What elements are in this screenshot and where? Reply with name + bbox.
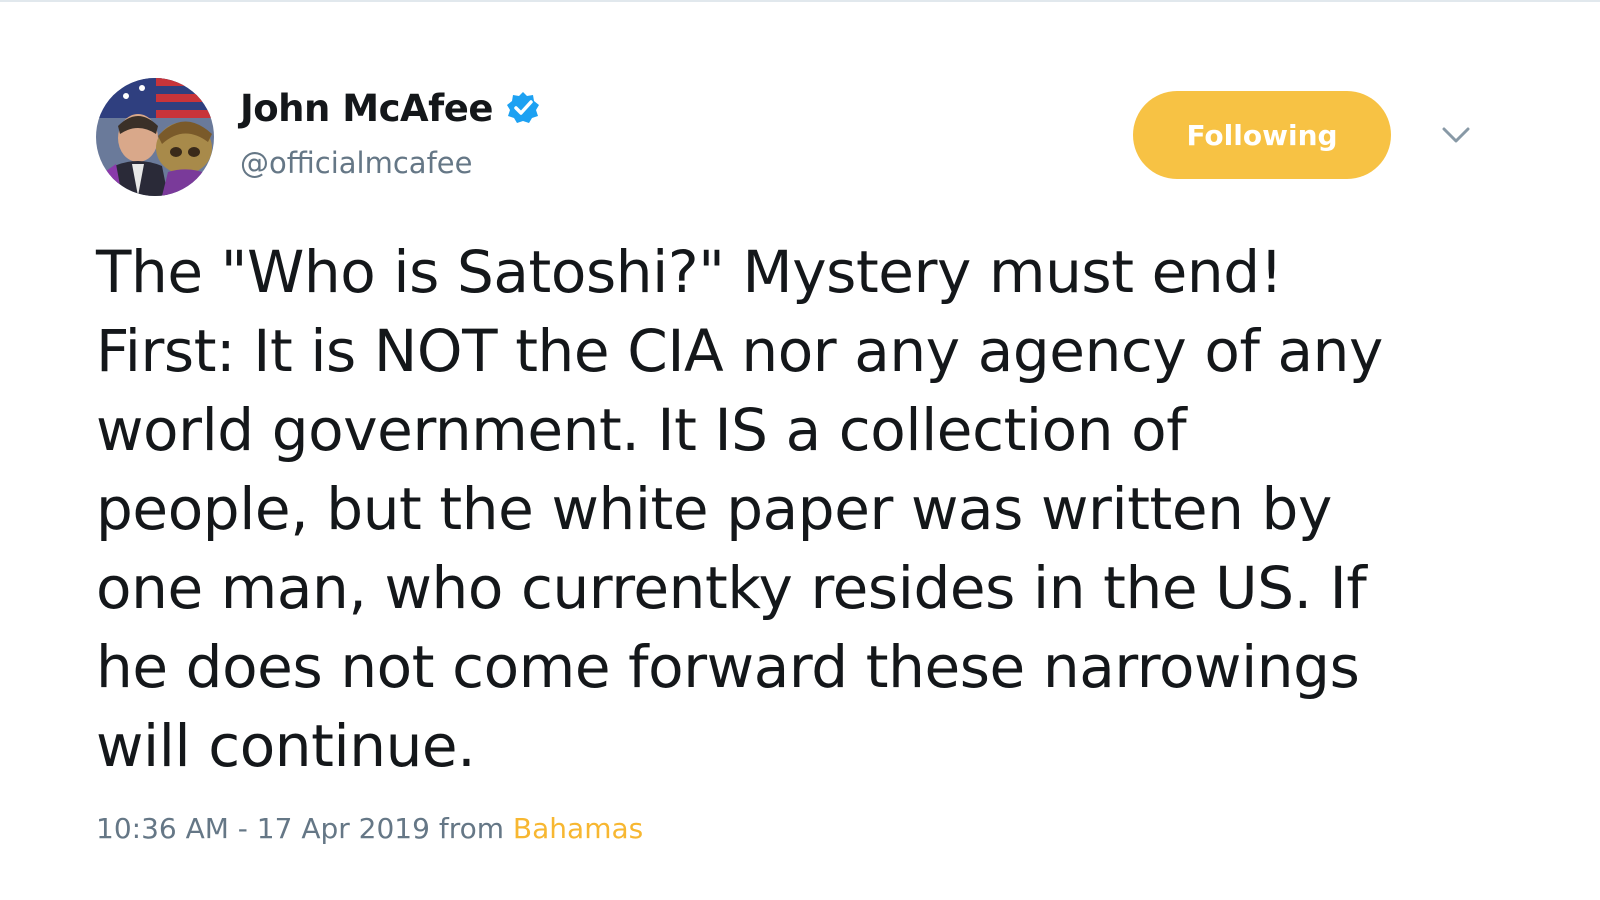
tweet-text-line: The "Who is Satoshi?" Mystery must end! [96, 238, 1283, 306]
tweet-text-line: he does not come forward these narrowing… [96, 633, 1360, 701]
tweet-meta: 10:36 AM - 17 Apr 2019 from Bahamas [96, 812, 643, 845]
avatar[interactable] [96, 78, 214, 196]
author-handle[interactable]: @officialmcafee [240, 146, 472, 180]
verified-badge-icon [505, 90, 541, 126]
chevron-down-icon[interactable] [1436, 120, 1476, 150]
source-prefix: from [438, 812, 505, 845]
author-name-row: John McAfee [240, 84, 541, 132]
divider [0, 0, 1600, 2]
tweet-timestamp[interactable]: 10:36 AM - 17 Apr 2019 [96, 812, 430, 845]
following-button[interactable]: Following [1133, 91, 1391, 179]
tweet-location-link[interactable]: Bahamas [513, 812, 643, 845]
tweet-text-line: one man, who currentky resides in the US… [96, 554, 1367, 622]
tweet-text-line: people, but the white paper was written … [96, 475, 1332, 543]
tweet-text: The "Who is Satoshi?" Mystery must end! … [96, 233, 1526, 786]
tweet-text-line: First: It is NOT the CIA nor any agency … [96, 317, 1383, 385]
tweet-text-line: world government. It IS a collection of [96, 396, 1187, 464]
avatar-image [96, 78, 214, 196]
author-display-name[interactable]: John McAfee [240, 87, 493, 130]
tweet-card: John McAfee @officialmcafee Following Th… [0, 0, 1600, 900]
tweet-text-line: will continue. [96, 712, 476, 780]
